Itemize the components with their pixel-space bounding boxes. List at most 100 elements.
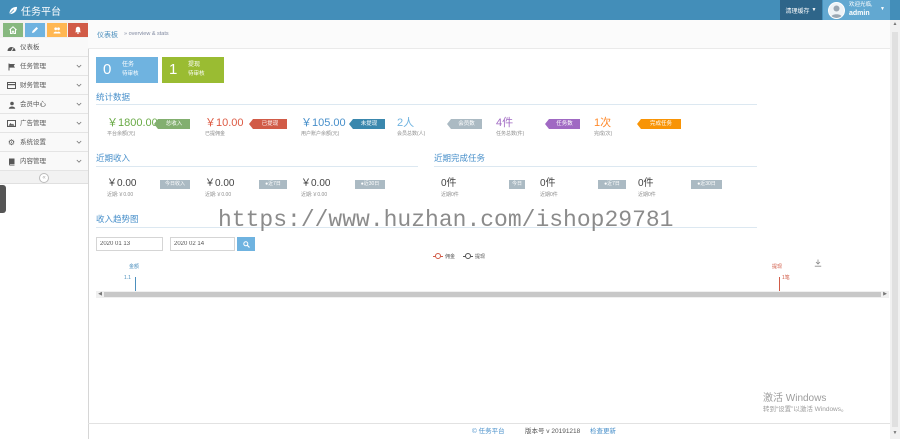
scroll-right-icon[interactable]: ▶ (881, 291, 889, 298)
sidebar-item-label: 任务管理 (20, 63, 46, 70)
brand-title: 任务平台 (21, 6, 61, 18)
recent-tasks-title: 近期完成任务 (434, 153, 486, 163)
stat-badge: 完成任务 (637, 119, 681, 129)
welcome-text: 欢迎光临, (849, 2, 873, 8)
income-value: ￥0.00 (205, 178, 235, 189)
income-value: ￥0.00 (107, 178, 137, 189)
sidebar-item-settings[interactable]: ⚙ 系统设置 (0, 133, 88, 152)
search-button[interactable] (237, 237, 255, 251)
stats-section-title: 统计数据 (96, 92, 131, 102)
sidebar-item-label: 会员中心 (20, 101, 46, 108)
cog-icon: ⚙ (7, 138, 16, 147)
income-badge: 今日收入 (160, 180, 190, 189)
task-badge: ●近30日 (691, 180, 722, 189)
scroll-left-icon[interactable]: ◀ (96, 291, 104, 298)
chart-horizontal-scrollbar[interactable]: ◀ ▶ (96, 291, 889, 298)
sidebar-item-ads[interactable]: 广告管理 (0, 114, 88, 133)
chart-point-series: 金额 (129, 264, 140, 270)
breadcrumb: 仪表板 » overview & stats (88, 20, 890, 49)
stat-value: 1次 (594, 117, 612, 129)
legend-label: 提现 (475, 253, 486, 260)
stat-value: ￥10.00 (205, 117, 244, 129)
sidebar-collapse-button[interactable]: « (39, 173, 49, 183)
trend-section-title: 收入趋势图 (96, 214, 139, 224)
stat-badge: 未提现 (349, 119, 385, 129)
income-value: ￥0.00 (301, 178, 331, 189)
section-divider (96, 104, 757, 105)
sidebar-menu-area: 仪表板 任务管理 财务管理 会员中心 广告管理 ⚙ 系统设置 内容管理 « (0, 20, 88, 184)
chevron-down-icon (76, 83, 82, 87)
sidebar-item-tasks[interactable]: 任务管理 (0, 57, 88, 76)
section-divider (434, 166, 757, 167)
chart-marker-line (779, 277, 780, 291)
username: admin (849, 10, 870, 17)
start-date-input[interactable] (96, 237, 163, 251)
sidebar-item-members[interactable]: 会员中心 (0, 95, 88, 114)
stat-value: ￥105.00 (301, 117, 346, 129)
chart-download-icon[interactable] (814, 254, 822, 267)
windows-activation-title: 激活 Windows (763, 393, 827, 404)
end-date-input[interactable] (170, 237, 235, 251)
sidebar-item-label: 广告管理 (20, 120, 46, 127)
sidebar-item-content[interactable]: 内容管理 (0, 152, 88, 171)
pending-withdrawals-box[interactable]: 1 提现 待审核 (162, 57, 224, 83)
settings-drawer-handle[interactable] (0, 185, 6, 213)
legend-item[interactable]: 提现 (463, 252, 485, 260)
chevron-down-icon (76, 64, 82, 68)
breadcrumb-home-link[interactable]: 仪表板 (97, 30, 118, 40)
breadcrumb-current: » overview & stats (124, 31, 169, 37)
shortcut-users-button[interactable] (47, 23, 67, 37)
check-update-link[interactable]: 检查更新 (590, 428, 616, 436)
shortcut-home-button[interactable] (3, 23, 23, 37)
caret-down-icon: ▼ (811, 7, 817, 13)
footer-version: 版本号 v 20191218 (525, 428, 581, 435)
home-icon (9, 26, 17, 34)
shortcut-notifications-button[interactable] (68, 23, 88, 37)
sidebar-item-label: 内容管理 (20, 158, 46, 165)
chevron-down-icon (76, 140, 82, 144)
legend-marker (433, 253, 443, 259)
scroll-down-icon[interactable]: ▼ (891, 430, 899, 437)
sidebar-item-dashboard[interactable]: 仪表板 (0, 38, 88, 57)
stat-value: ￥1800.00 (107, 117, 158, 129)
sidebar: 仪表板 任务管理 财务管理 会员中心 广告管理 ⚙ 系统设置 内容管理 « (0, 20, 89, 439)
stat-badge: 已提现 (249, 119, 287, 129)
task-badge: ●近7日 (598, 180, 626, 189)
sidebar-item-label: 系统设置 (20, 139, 46, 146)
stat-label: 会员总数(人) (397, 131, 426, 137)
clear-cache-label: 清理缓存 (785, 8, 810, 15)
pending-count: 0 (103, 61, 112, 78)
credit-card-icon (7, 81, 16, 90)
stat-label: 完成(次) (594, 131, 613, 137)
scroll-up-icon[interactable]: ▲ (891, 21, 899, 28)
scrollbar-thumb[interactable] (892, 32, 898, 427)
scrollbar-thumb[interactable] (104, 292, 881, 297)
page-vertical-scrollbar[interactable]: ▲ ▼ (890, 20, 900, 439)
pending-tasks-box[interactable]: 0 任务 待审核 (96, 57, 158, 83)
task-label: 近期0件 (441, 192, 459, 198)
pending-status: 待审核 (188, 71, 205, 77)
pending-count: 1 (169, 61, 178, 78)
recent-income-title: 近期收入 (96, 153, 131, 163)
stat-label: 用户账户余额(元) (301, 131, 340, 137)
pending-title: 提现 (188, 62, 201, 68)
legend-item[interactable]: 佣金 (433, 252, 455, 260)
footer-copyright-link[interactable]: © 任务平台 (472, 428, 505, 436)
user-menu[interactable]: 欢迎光临, admin ▼ (823, 0, 890, 20)
leaf-icon (9, 6, 18, 14)
clear-cache-button[interactable]: 清理缓存 ▼ (780, 0, 822, 20)
section-divider (96, 166, 418, 167)
income-label: 近期:￥0.00 (205, 192, 232, 198)
flag-icon (7, 62, 16, 71)
footer-divider (88, 423, 890, 424)
task-value: 0件 (638, 178, 654, 189)
pencil-icon (32, 27, 38, 33)
legend-label: 佣金 (445, 253, 456, 260)
pending-status: 待审核 (122, 71, 139, 77)
picture-icon (7, 119, 16, 128)
shortcut-edit-button[interactable] (25, 23, 45, 37)
bell-icon (74, 26, 82, 34)
sidebar-item-finance[interactable]: 财务管理 (0, 76, 88, 95)
brand-link[interactable]: 任务平台 (8, 3, 61, 18)
chevron-down-icon (76, 121, 82, 125)
